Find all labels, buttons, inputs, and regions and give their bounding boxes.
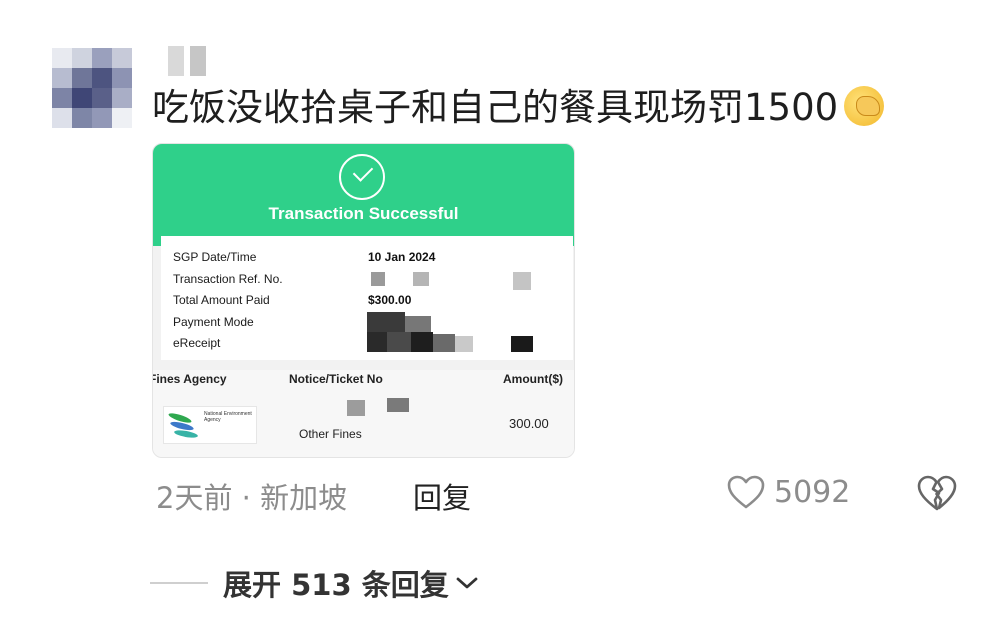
col-fines-agency: Fines Agency [152,372,227,386]
row-label-payment: Payment Mode [173,315,254,329]
redacted-block [347,400,365,416]
row-label-total: Total Amount Paid [173,293,270,307]
check-icon [339,154,385,200]
comment-meta: 2天前 · 新加坡 [156,481,348,515]
nea-logo-text: National Environment Agency [204,411,252,423]
transaction-title: Transaction Successful [268,204,459,223]
fines-table: Fines Agency Notice/Ticket No Amount($) … [152,370,574,457]
reply-button[interactable]: 回复 [413,475,471,517]
redacted-block [387,398,409,412]
row-value-total: $300.00 [368,293,412,307]
comment-text: 吃饭没收拾桌子和自己的餐具现场罚1500 [152,86,885,130]
comment-body: 吃饭没收拾桌子和自己的餐具现场罚1500 [152,86,839,129]
redacted-block [413,272,429,286]
col-amount: Amount($) [503,372,563,386]
transaction-details: SGP Date/Time 10 Jan 2024 Transaction Re… [161,236,573,360]
redacted-block [455,336,473,352]
row-label-ref: Transaction Ref. No. [173,272,283,286]
nea-logo: National Environment Agency [163,406,257,444]
username-blurred[interactable] [168,46,206,76]
like-count: 5092 [774,474,851,510]
redacted-block [511,336,533,352]
expand-replies-label: 展开 513 条回复 [223,568,449,602]
facepalm-emoji-icon [844,86,885,126]
redacted-block [367,332,387,352]
receipt-header: Transaction Successful [153,144,574,246]
like-button[interactable]: 5092 [726,474,850,510]
fine-type: Other Fines [299,427,362,441]
redacted-block [387,332,411,352]
row-label-date: SGP Date/Time [173,250,257,264]
broken-heart-icon [917,475,957,511]
redacted-block [433,334,455,352]
row-label-ereceipt: eReceipt [173,336,221,350]
redacted-block [513,272,531,290]
redacted-block [367,312,405,332]
receipt-image[interactable]: Transaction Successful SGP Date/Time 10 … [152,143,575,458]
avatar[interactable] [52,48,132,128]
row-value-date: 10 Jan 2024 [368,250,436,264]
redacted-block [405,316,431,332]
fine-amount: 300.00 [509,416,549,431]
heart-icon [727,475,765,509]
expand-replies[interactable]: 展开 513 条回复 [150,562,479,604]
redacted-block [411,332,433,352]
col-notice-ticket: Notice/Ticket No [289,372,383,386]
divider-line [150,582,208,584]
dislike-button[interactable] [916,474,958,516]
chevron-down-icon [456,577,478,589]
redacted-block [371,272,385,286]
